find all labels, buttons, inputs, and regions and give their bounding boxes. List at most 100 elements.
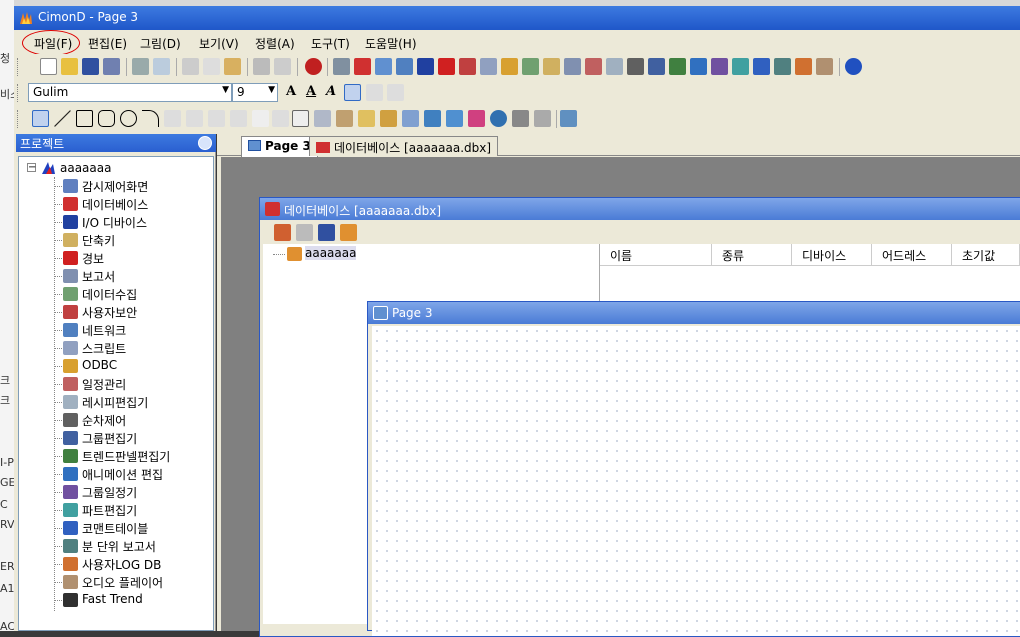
tree-item-user-log-db[interactable]: 사용자LOG DB [82, 556, 161, 573]
select-pointer-icon[interactable] [32, 110, 49, 127]
new-file-icon[interactable] [40, 58, 57, 75]
line-tool-icon[interactable] [54, 110, 71, 127]
tree-item-animation-editor[interactable]: 애니메이션 편집 [82, 466, 163, 483]
menu-edit[interactable]: 편집(E) [88, 35, 127, 52]
column-header-address[interactable]: 어드레스 [872, 244, 952, 266]
database-icon[interactable] [354, 58, 371, 75]
symbol-tool-icon[interactable] [336, 110, 353, 127]
tree-item-report[interactable]: 보고서 [82, 268, 115, 285]
tree-item-comment-table[interactable]: 코맨트테이블 [82, 520, 148, 537]
round-rect-tool-icon[interactable] [98, 110, 115, 127]
sequence-icon[interactable] [627, 58, 644, 75]
text-tool-icon[interactable] [252, 110, 269, 127]
tree-root-label[interactable]: aaaaaaa [60, 161, 111, 175]
tree-item-odbc[interactable]: ODBC [82, 358, 117, 372]
animation-icon[interactable] [690, 58, 707, 75]
user-security-icon[interactable] [459, 58, 476, 75]
tree-item-group-editor[interactable]: 그룹편집기 [82, 430, 137, 447]
cut-icon[interactable] [182, 58, 199, 75]
pin-icon[interactable] [198, 136, 212, 150]
copy-icon[interactable] [203, 58, 220, 75]
trend-tool-icon[interactable] [424, 110, 441, 127]
audio-player-icon[interactable] [816, 58, 833, 75]
menu-help[interactable]: 도움말(H) [365, 35, 417, 52]
script-icon[interactable] [480, 58, 497, 75]
tree-item-script[interactable]: 스크립트 [82, 340, 126, 357]
group-editor-icon[interactable] [648, 58, 665, 75]
tree-item-audio-player[interactable]: 오디오 플레이어 [82, 574, 163, 591]
database-tree-root[interactable]: aaaaaaa [305, 246, 357, 260]
tree-item-alarm[interactable]: 경보 [82, 250, 104, 267]
trend-icon[interactable] [669, 58, 686, 75]
delete-tag-icon[interactable] [296, 224, 313, 241]
save-icon[interactable] [82, 58, 99, 75]
ellipse-tool-icon[interactable] [120, 110, 137, 127]
tree-item-part-editor[interactable]: 파트편집기 [82, 502, 137, 519]
drawing-canvas[interactable] [372, 326, 1020, 636]
polygon-tool-icon[interactable] [164, 110, 181, 127]
table-tool-icon[interactable] [380, 110, 397, 127]
menu-align[interactable]: 정렬(A) [255, 35, 295, 52]
rectangle-tool-icon[interactable] [76, 110, 93, 127]
project-tree[interactable]: − aaaaaaa 감시제어화면 데이터베이스 I/O 디바이스 단축키 경보 보고서 데이… [18, 156, 214, 631]
help-icon[interactable] [845, 58, 862, 75]
menu-view[interactable]: 보기(V) [199, 35, 239, 52]
add-tag-icon[interactable] [274, 224, 291, 241]
toolbar-grip[interactable] [17, 58, 20, 76]
save-icon[interactable] [318, 224, 335, 241]
pie-tool-icon[interactable] [230, 110, 247, 127]
align-right-icon[interactable] [387, 84, 404, 101]
image-tool-icon[interactable] [560, 110, 577, 127]
menu-draw[interactable]: 그림(D) [140, 35, 181, 52]
screen-icon[interactable] [375, 58, 392, 75]
recipe-icon[interactable] [606, 58, 623, 75]
minute-report-icon[interactable] [774, 58, 791, 75]
tools-icon[interactable] [333, 58, 350, 75]
user-log-icon[interactable] [795, 58, 812, 75]
open-folder-icon[interactable] [340, 224, 357, 241]
tree-item-data-collect[interactable]: 데이터수집 [82, 286, 137, 303]
underline-button[interactable]: A [306, 84, 316, 99]
tree-item-trend-panel-editor[interactable]: 트렌드판넬편집기 [82, 448, 170, 465]
collapse-icon[interactable]: − [27, 163, 36, 173]
arc-tool-icon[interactable] [142, 110, 159, 127]
italic-button[interactable]: A [326, 84, 336, 99]
tree-item-database[interactable]: 데이터베이스 [82, 196, 148, 213]
column-header-initial-value[interactable]: 초기값 [952, 244, 1020, 266]
toolbar-grip[interactable] [17, 84, 20, 102]
replace-icon[interactable] [274, 58, 291, 75]
align-center-icon[interactable] [366, 84, 383, 101]
list-tool-icon[interactable] [512, 110, 529, 127]
column-header-type[interactable]: 종류 [712, 244, 792, 266]
stop-icon[interactable] [305, 58, 322, 75]
tree-item-schedule[interactable]: 일정관리 [82, 376, 126, 393]
tree-item-io-device[interactable]: I/O 디바이스 [82, 214, 147, 231]
find-icon[interactable] [253, 58, 270, 75]
palette-tool-icon[interactable] [468, 110, 485, 127]
toolbar-grip[interactable] [17, 110, 20, 128]
save-all-icon[interactable] [103, 58, 120, 75]
io-device-icon[interactable] [417, 58, 434, 75]
network-icon[interactable] [396, 58, 413, 75]
open-folder-icon[interactable] [61, 58, 78, 75]
tab-page-3[interactable]: Page 3 [241, 136, 318, 157]
tree-item-shortcut[interactable]: 단축키 [82, 232, 115, 249]
grid-tool-icon[interactable] [314, 110, 331, 127]
tree-item-sequence-control[interactable]: 순차제어 [82, 412, 126, 429]
font-size-select[interactable]: 9 ▼ [232, 83, 278, 102]
curve-tool-icon[interactable] [186, 110, 203, 127]
print-icon[interactable] [132, 58, 149, 75]
tree-item-group-schedule[interactable]: 그룹일정기 [82, 484, 137, 501]
polyline-tool-icon[interactable] [208, 110, 225, 127]
column-header-device[interactable]: 디바이스 [792, 244, 872, 266]
shortcut-icon[interactable] [543, 58, 560, 75]
pattern-tool-icon[interactable] [534, 110, 551, 127]
tab-database[interactable]: 데이터베이스 [aaaaaaa.dbx] [309, 136, 499, 156]
align-left-icon[interactable] [344, 84, 361, 101]
part-editor-icon[interactable] [732, 58, 749, 75]
report-icon[interactable] [564, 58, 581, 75]
object-tool-icon[interactable] [490, 110, 507, 127]
title-bar[interactable]: CimonD - Page 3 [14, 6, 1020, 30]
data-collect-icon[interactable] [522, 58, 539, 75]
column-header-name[interactable]: 이름 [600, 244, 712, 266]
